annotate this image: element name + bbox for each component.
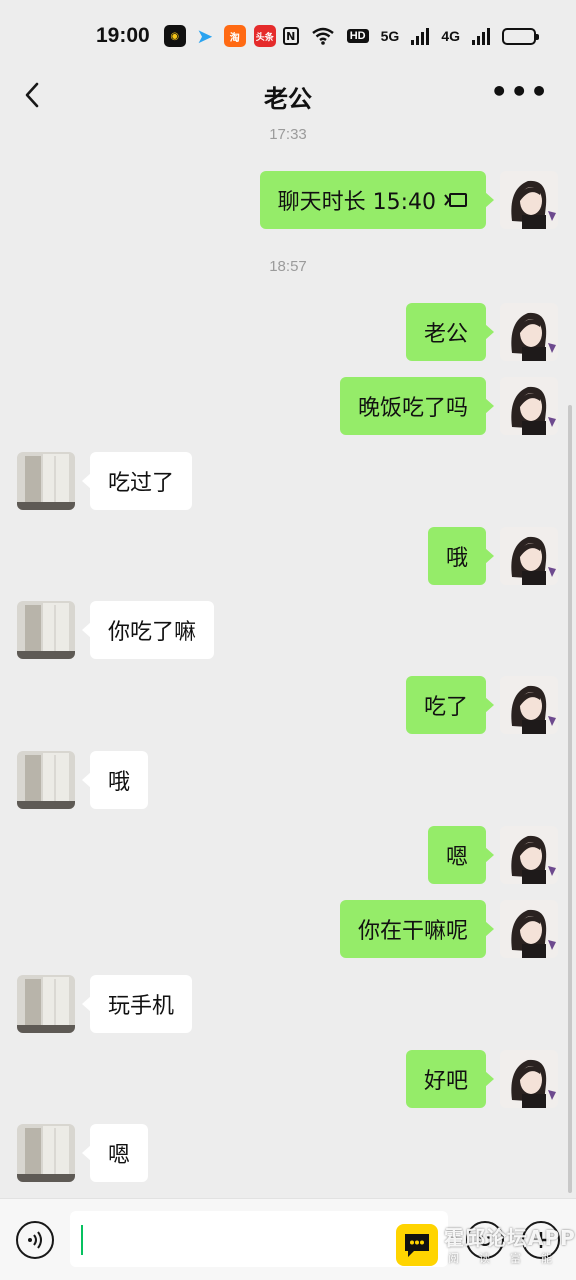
my-avatar[interactable] bbox=[500, 1050, 558, 1108]
message-row: 聊天时长 15:40 bbox=[0, 171, 576, 229]
message-row: 吃了 bbox=[0, 676, 576, 734]
nfc-icon: N bbox=[282, 27, 299, 45]
message-bubble[interactable]: 哦 bbox=[81, 751, 149, 809]
message-row: 你在干嘛呢 bbox=[0, 900, 576, 958]
message-bubble[interactable]: 玩手机 bbox=[81, 975, 193, 1033]
timestamp: 17:33 bbox=[269, 126, 307, 143]
hd-icon: HD bbox=[346, 29, 369, 43]
my-avatar[interactable] bbox=[500, 676, 558, 734]
message-bubble[interactable]: 好吧 bbox=[405, 1050, 495, 1108]
message-row: 老公 bbox=[0, 303, 576, 361]
paper-plane-icon: ➤ bbox=[196, 24, 214, 48]
contact-avatar[interactable] bbox=[17, 452, 75, 510]
message-bubble[interactable]: 嗯 bbox=[81, 1124, 149, 1182]
network-4g-label: 4G bbox=[441, 28, 460, 44]
watermark-subtitle: 阅读富能 bbox=[448, 1252, 572, 1265]
my-avatar[interactable] bbox=[500, 527, 558, 585]
contact-avatar[interactable] bbox=[17, 601, 75, 659]
chat-title: 老公 bbox=[264, 84, 312, 113]
more-options-icon[interactable]: ••• bbox=[490, 78, 550, 106]
status-time: 19:00 bbox=[96, 24, 150, 47]
contact-avatar[interactable] bbox=[17, 751, 75, 809]
my-avatar[interactable] bbox=[500, 900, 558, 958]
call-record-bubble[interactable]: 聊天时长 15:40 bbox=[259, 171, 495, 229]
watermark-title: 霍邱论坛APP bbox=[444, 1226, 576, 1250]
message-bubble[interactable]: 你吃了嘛 bbox=[81, 601, 215, 659]
chat-header: 老公 ••• bbox=[0, 72, 576, 120]
contact-avatar[interactable] bbox=[17, 1124, 75, 1182]
status-bar: 19:00 ◉ ➤ 淘 头条 N HD 5G 4G bbox=[0, 0, 576, 72]
message-bubble[interactable]: 你在干嘛呢 bbox=[339, 900, 495, 958]
message-text: 聊天时长 15:40 bbox=[277, 190, 436, 215]
message-bubble[interactable]: 吃了 bbox=[405, 676, 495, 734]
notification-icons: ◉ ➤ 淘 头条 bbox=[163, 24, 276, 48]
voice-input-button[interactable] bbox=[16, 1221, 54, 1259]
message-row: 晚饭吃了吗 bbox=[0, 377, 576, 435]
message-row: 好吧 bbox=[0, 1050, 576, 1108]
chat-bubble-icon bbox=[405, 1234, 429, 1257]
message-bubble[interactable]: 哦 bbox=[427, 527, 495, 585]
message-bubble[interactable]: 嗯 bbox=[427, 826, 495, 884]
my-avatar[interactable] bbox=[500, 171, 558, 229]
message-bubble[interactable]: 老公 bbox=[405, 303, 495, 361]
message-row: 嗯 bbox=[0, 826, 576, 884]
message-row: 你吃了嘛 bbox=[0, 601, 576, 659]
watermark-logo bbox=[396, 1224, 438, 1266]
my-avatar[interactable] bbox=[500, 377, 558, 435]
message-input[interactable] bbox=[70, 1211, 448, 1267]
back-arrow-icon[interactable] bbox=[18, 80, 48, 110]
toutiao-icon: 头条 bbox=[253, 25, 276, 47]
signal-icon-2 bbox=[472, 27, 490, 45]
video-call-icon bbox=[444, 193, 467, 207]
my-avatar[interactable] bbox=[500, 303, 558, 361]
message-bubble[interactable]: 晚饭吃了吗 bbox=[339, 377, 495, 435]
message-row: 吃过了 bbox=[0, 452, 576, 510]
wifi-icon bbox=[311, 27, 334, 45]
signal-icon bbox=[411, 27, 430, 45]
voice-wave-icon bbox=[28, 1231, 42, 1249]
app-badge-icon: ◉ bbox=[163, 25, 186, 47]
contact-avatar[interactable] bbox=[17, 975, 75, 1033]
chat-area[interactable]: 17:33 聊天时长 15:40 18:57 老公 晚饭吃了吗 吃过了 哦 你吃… bbox=[0, 120, 576, 1198]
message-row: 玩手机 bbox=[0, 975, 576, 1033]
taobao-icon: 淘 bbox=[223, 25, 246, 47]
message-row: 哦 bbox=[0, 527, 576, 585]
text-cursor bbox=[81, 1225, 83, 1255]
my-avatar[interactable] bbox=[500, 826, 558, 884]
system-icons: N HD 5G 4G bbox=[282, 27, 539, 45]
battery-icon bbox=[502, 27, 539, 45]
message-row: 哦 bbox=[0, 751, 576, 809]
network-5g-label: 5G bbox=[380, 28, 400, 44]
timestamp: 18:57 bbox=[269, 258, 307, 275]
message-row: 嗯 bbox=[0, 1124, 576, 1182]
message-bubble[interactable]: 吃过了 bbox=[81, 452, 193, 510]
